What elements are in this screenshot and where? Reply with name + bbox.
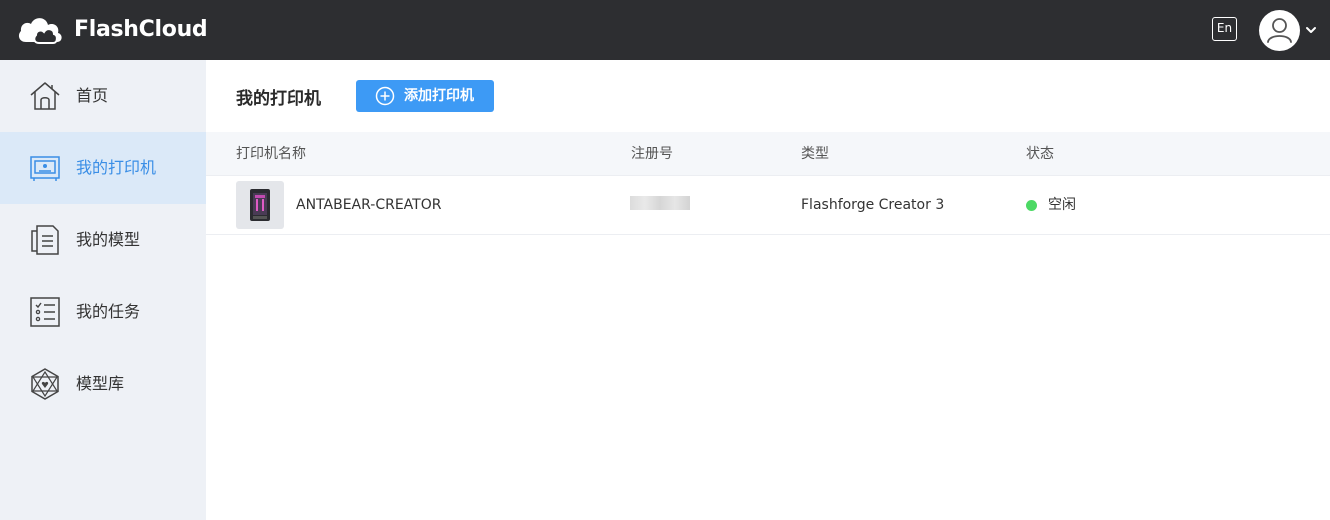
printer-type: Flashforge Creator 3 — [801, 197, 945, 213]
sidebar-item-tasks[interactable]: 我的任务 — [0, 276, 206, 348]
status-indicator — [1026, 200, 1037, 211]
column-header-registration[interactable]: 注册号 — [631, 132, 673, 176]
sidebar-item-label: 我的打印机 — [76, 158, 157, 177]
brand-name: FlashCloud — [74, 17, 208, 42]
table-header: 打印机名称 注册号 类型 状态 — [206, 132, 1330, 176]
sidebar-item-label: 首页 — [76, 86, 109, 105]
sidebar-item-label: 我的任务 — [76, 302, 141, 321]
sidebar-item-models[interactable]: 我的模型 — [0, 204, 206, 276]
add-printer-label: 添加打印机 — [404, 88, 474, 104]
sidebar-item-model-library[interactable]: 模型库 — [0, 348, 206, 420]
cloud-logo-icon — [18, 18, 62, 44]
page-title: 我的打印机 — [236, 89, 321, 109]
printer-thumbnail-icon — [236, 181, 284, 229]
top-bar: FlashCloud En — [0, 0, 1330, 60]
table-row[interactable]: ANTABEAR-CREATOR Flashforge Creator 3 空闲 — [206, 176, 1330, 235]
sidebar-item-home[interactable]: 首页 — [0, 60, 206, 132]
sidebar-item-label: 模型库 — [76, 374, 125, 393]
brand[interactable]: FlashCloud — [16, 12, 208, 48]
printer-icon — [30, 156, 60, 181]
sidebar: 首页 我的打印机 我的模型 我的任务 模型库 — [0, 60, 206, 520]
sidebar-item-label: 我的模型 — [76, 230, 141, 249]
add-printer-button[interactable]: 添加打印机 — [356, 80, 494, 112]
registration-number-redacted — [630, 196, 690, 210]
home-icon — [30, 82, 60, 110]
plus-circle-icon — [375, 86, 395, 106]
column-header-type[interactable]: 类型 — [801, 132, 829, 176]
chevron-down-icon[interactable] — [1305, 25, 1317, 35]
column-header-name[interactable]: 打印机名称 — [236, 132, 306, 176]
model-library-icon — [31, 368, 59, 400]
task-list-icon — [30, 297, 60, 327]
printer-status: 空闲 — [1048, 197, 1076, 213]
main-content: 我的打印机 添加打印机 打印机名称 注册号 类型 状态 ANTABEAR-CRE… — [206, 60, 1330, 520]
language-button[interactable]: En — [1212, 17, 1237, 41]
printer-name: ANTABEAR-CREATOR — [296, 197, 442, 213]
sidebar-item-printers[interactable]: 我的打印机 — [0, 132, 206, 204]
user-avatar-icon[interactable] — [1259, 10, 1300, 51]
document-icon — [31, 225, 59, 255]
column-header-status[interactable]: 状态 — [1026, 132, 1054, 176]
